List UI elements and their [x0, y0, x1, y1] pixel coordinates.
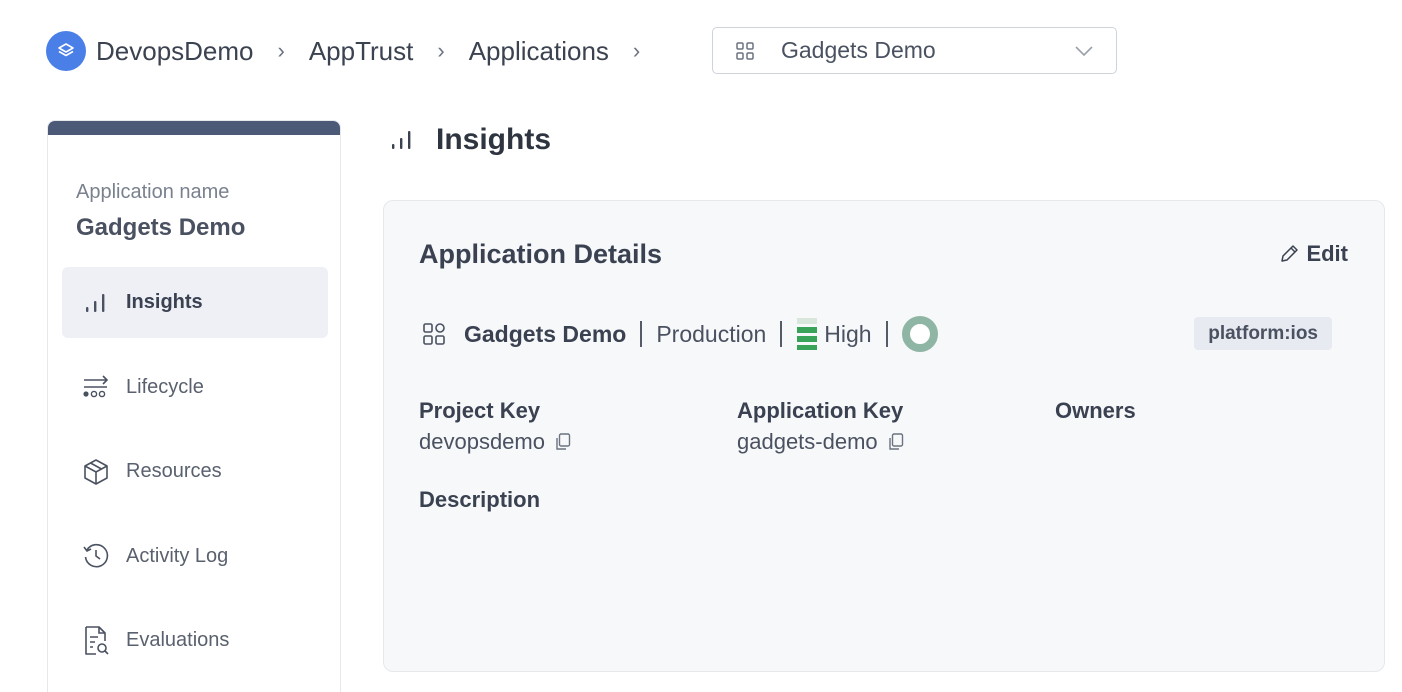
page-title: Insights — [390, 120, 551, 160]
copy-icon[interactable] — [555, 433, 571, 451]
sidebar-item-label: Lifecycle — [126, 375, 204, 398]
environment-label: Production — [656, 320, 767, 347]
application-select[interactable]: Gadgets Demo — [712, 27, 1117, 74]
sidebar-item-insights[interactable]: Insights — [62, 267, 328, 338]
breadcrumb-separator: › — [437, 38, 445, 63]
pencil-icon — [1278, 243, 1300, 265]
project-key-field: devopsdemo — [419, 429, 571, 455]
sidebar-item-lifecycle[interactable]: Lifecycle — [62, 352, 328, 423]
divider — [640, 321, 643, 347]
sidebar-item-label: Evaluations — [126, 629, 230, 651]
application-details-card: Application Details Edit Gadgets Demo Pr… — [383, 200, 1385, 672]
application-key-label: Application Key — [737, 398, 904, 423]
criticality-high-icon — [796, 317, 818, 351]
tag-badge: platform:ios — [1194, 317, 1332, 350]
breadcrumb-section[interactable]: AppTrust — [309, 36, 414, 67]
app-grid-icon — [735, 41, 755, 61]
criticality-label: High — [824, 320, 872, 347]
breadcrumb-separator: › — [632, 38, 641, 63]
divider — [780, 321, 783, 347]
page-title-text: Insights — [436, 123, 552, 156]
application-select-value: Gadgets Demo — [781, 37, 936, 63]
application-key-field: gadgets-demo — [737, 429, 904, 455]
sidebar-item-resources[interactable]: Resources — [62, 436, 328, 507]
package-icon — [80, 456, 112, 488]
card-title: Application Details — [419, 239, 663, 269]
breadcrumb-separator: › — [277, 38, 285, 63]
project-key-value: devopsdemo — [419, 429, 545, 454]
edit-label: Edit — [1306, 241, 1348, 266]
owner-avatar[interactable] — [901, 316, 938, 352]
sidebar-item-evaluations[interactable]: Evaluations — [62, 605, 328, 676]
sidebar-item-activity-log[interactable]: Activity Log — [62, 521, 328, 592]
copy-icon[interactable] — [888, 433, 904, 451]
breadcrumb-page[interactable]: Applications — [469, 36, 609, 67]
app-name-label: Application name — [76, 181, 230, 203]
bar-chart-icon — [80, 287, 112, 319]
application-key-value: gadgets-demo — [737, 429, 878, 454]
sidebar-nav: Insights Lifecycle Resources Activity Lo… — [62, 267, 328, 690]
description-label: Description — [419, 487, 541, 512]
lifecycle-icon — [80, 371, 112, 403]
document-search-icon — [80, 625, 112, 657]
app-meta-row: Gadgets Demo Production High — [422, 314, 938, 354]
edit-button[interactable]: Edit — [1278, 241, 1348, 267]
chevron-down-icon — [1074, 45, 1094, 57]
sidebar-item-label: Activity Log — [126, 544, 229, 567]
sidebar-item-label: Insights — [126, 291, 203, 313]
sidebar-accent-bar — [48, 121, 340, 135]
sidebar-item-label: Resources — [126, 460, 222, 482]
layers-logo-icon[interactable] — [46, 31, 86, 71]
bar-chart-icon — [390, 129, 416, 151]
divider — [885, 321, 888, 347]
app-grid-icon — [422, 322, 446, 346]
sidebar: Application name Gadgets Demo Insights L… — [47, 120, 341, 692]
owners-label: Owners — [1055, 398, 1136, 423]
history-icon — [80, 540, 112, 572]
breadcrumb: DevopsDemo › AppTrust › Applications › — [46, 28, 664, 74]
project-key-label: Project Key — [419, 398, 541, 423]
breadcrumb-org[interactable]: DevopsDemo — [96, 36, 254, 67]
app-name: Gadgets Demo — [464, 320, 627, 347]
app-name-value: Gadgets Demo — [76, 214, 246, 241]
